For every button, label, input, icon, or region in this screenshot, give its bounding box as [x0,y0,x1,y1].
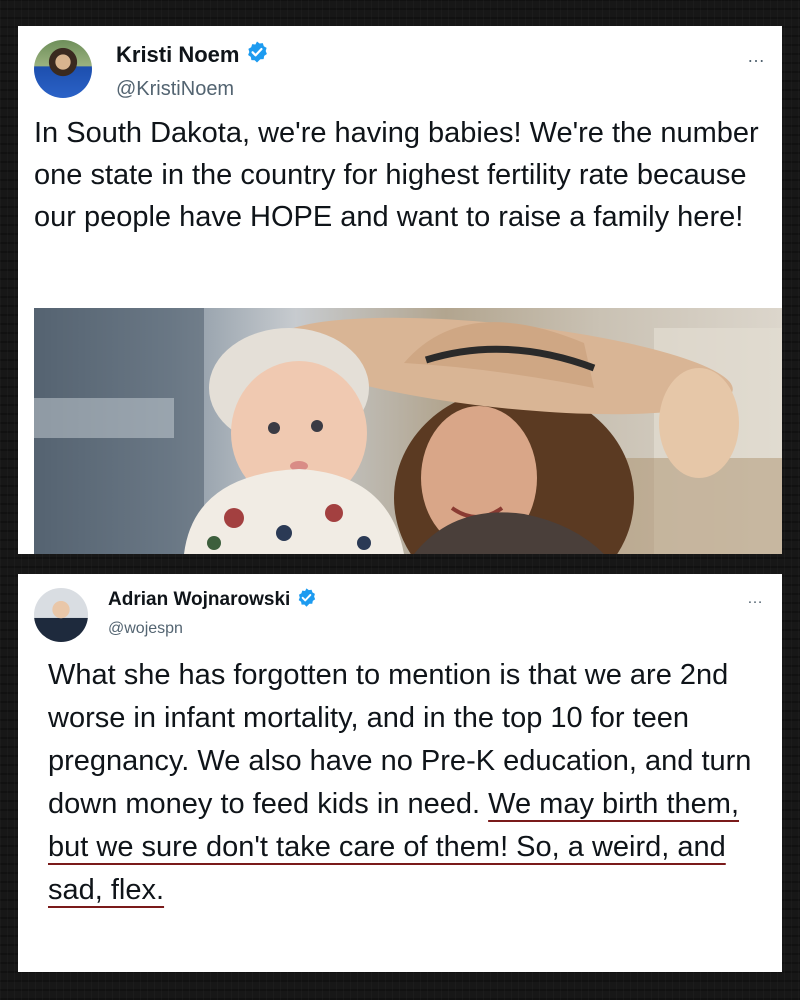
display-name[interactable]: Adrian Wojnarowski [108,586,317,614]
more-options-icon[interactable]: … [747,46,766,67]
more-options-icon[interactable]: … [747,590,764,608]
tweet-card-kristi-noem[interactable]: Kristi Noem @KristiNoem … In South Dakot… [18,26,782,554]
avatar[interactable] [34,588,88,642]
user-handle[interactable]: @wojespn [108,620,183,638]
verified-badge-icon [296,587,317,614]
tweet-text: In South Dakota, we're having babies! We… [34,117,759,233]
verified-badge-icon [245,40,269,70]
avatar[interactable] [34,40,92,98]
user-handle[interactable]: @KristiNoem [116,78,234,101]
tweet-photo[interactable] [34,308,782,554]
photo-illustration [34,308,782,554]
tweet-card-adrian-wojnarowski[interactable]: Adrian Wojnarowski @wojespn … What she h… [18,574,782,972]
tweet-text: What she has forgotten to mention is tha… [48,654,768,912]
display-name[interactable]: Kristi Noem [116,40,269,70]
